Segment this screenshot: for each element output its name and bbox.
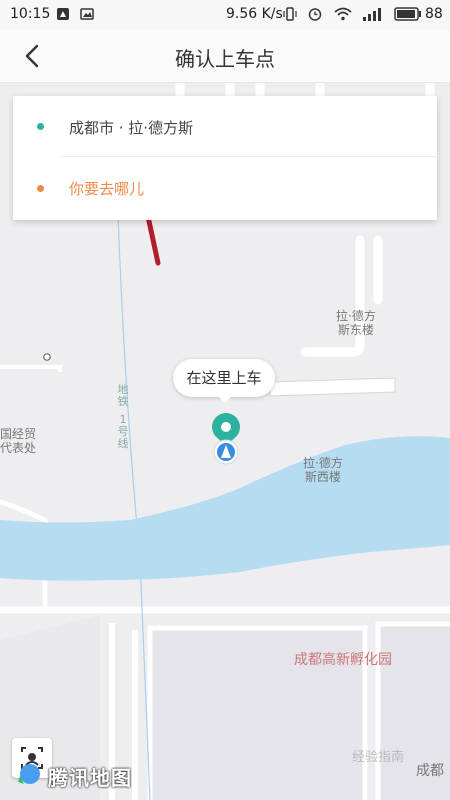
battery-level: 88 bbox=[425, 6, 443, 22]
map-label-west-building[interactable]: 拉·德方 斯西楼 bbox=[303, 456, 343, 484]
pickup-bubble[interactable]: 在这里上车 bbox=[173, 359, 275, 403]
map-label-line: 代表处 bbox=[0, 441, 37, 455]
map-label-incubator[interactable]: 成都高新孵化园 bbox=[294, 653, 392, 667]
map-label-corner[interactable]: 成都 bbox=[416, 764, 444, 778]
network-speed: 9.56 K/s bbox=[226, 6, 283, 22]
vibrate-icon bbox=[283, 7, 297, 21]
origin-address: 成都市 · 拉·德方斯 bbox=[69, 119, 194, 137]
map-label-line: 拉·德方 bbox=[303, 456, 343, 470]
tencent-map-logo-icon bbox=[18, 764, 40, 784]
user-location-icon bbox=[213, 439, 239, 465]
wifi-icon bbox=[334, 7, 352, 21]
destination-input[interactable]: 你要去哪儿 bbox=[69, 178, 144, 199]
tencent-map-logo: 腾讯地图 bbox=[48, 766, 132, 790]
image-icon bbox=[80, 8, 94, 20]
map-label-line: 国经贸 bbox=[0, 427, 37, 441]
divider bbox=[59, 156, 437, 157]
signal-icon bbox=[363, 8, 381, 21]
origin-row[interactable]: 成都市 · 拉·德方斯 bbox=[13, 96, 437, 156]
notification-icon bbox=[57, 8, 69, 20]
watermark: 经验指南 bbox=[352, 750, 405, 765]
status-time: 10:15 bbox=[10, 6, 51, 22]
map-label-east-building[interactable]: 拉·德方 斯东楼 bbox=[336, 309, 376, 337]
map-label-line: 斯西楼 bbox=[304, 470, 341, 484]
metro-char: 铁 bbox=[117, 395, 129, 408]
metro-char: 线 bbox=[117, 437, 129, 450]
map-label-trade-office[interactable]: 国经贸 代表处 bbox=[0, 427, 36, 455]
destination-row[interactable]: 你要去哪儿 bbox=[13, 158, 437, 218]
map-label-line: 斯东楼 bbox=[337, 323, 374, 337]
map-label-line: 拉·德方 bbox=[336, 309, 376, 323]
origin-dot-icon bbox=[37, 123, 44, 130]
route-card: 成都市 · 拉·德方斯 你要去哪儿 bbox=[13, 96, 437, 220]
header-bar: 确认上车点 bbox=[0, 30, 450, 83]
status-bar: 10:15 9.56 K/s 88 bbox=[0, 0, 450, 30]
battery-icon bbox=[394, 7, 421, 21]
page-title: 确认上车点 bbox=[175, 47, 275, 71]
alarm-icon bbox=[308, 8, 322, 21]
destination-dot-icon bbox=[37, 185, 44, 192]
map-label-metro-line: 地 铁 1 号 线 bbox=[117, 384, 129, 450]
